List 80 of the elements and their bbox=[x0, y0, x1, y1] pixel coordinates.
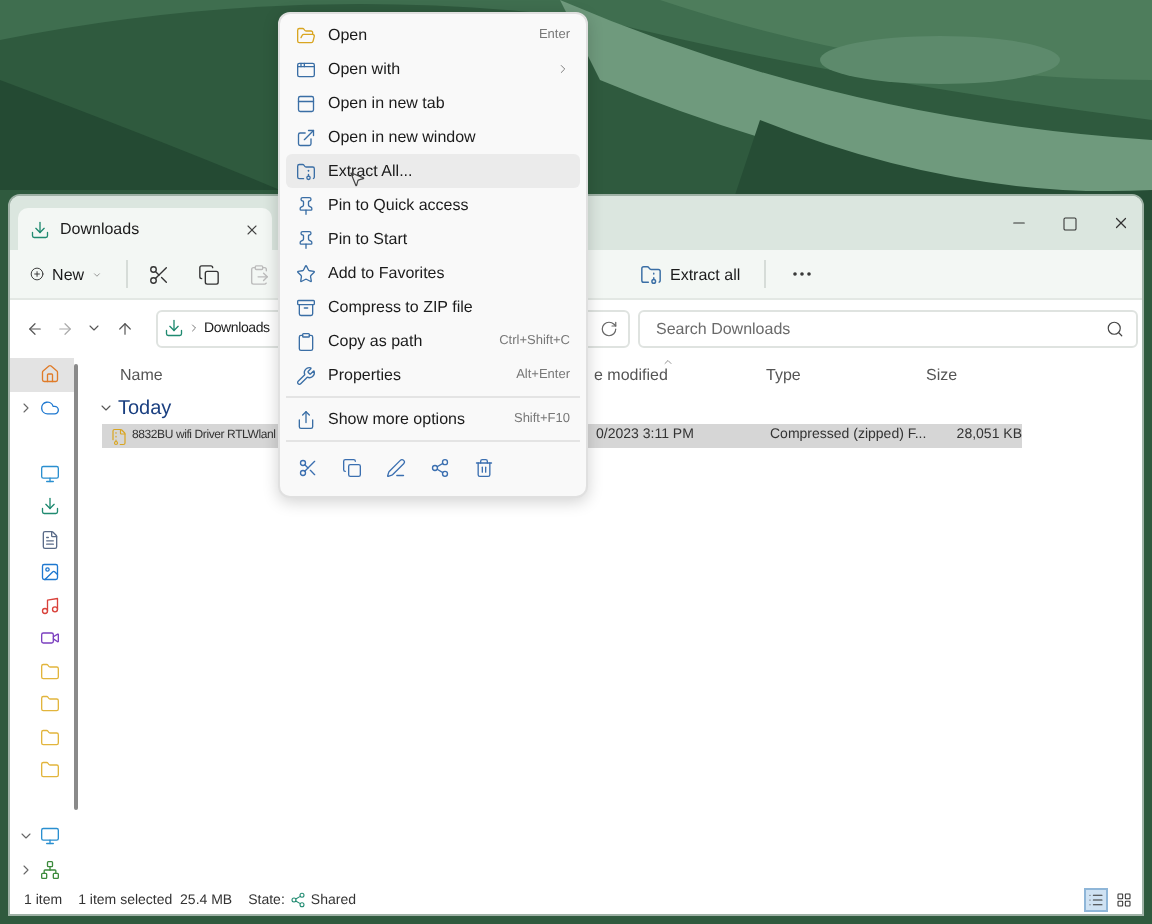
nav-item[interactable] bbox=[10, 358, 74, 391]
rename-button[interactable] bbox=[384, 456, 408, 480]
pen-icon bbox=[386, 458, 406, 478]
share-icon bbox=[430, 458, 450, 478]
menu-item[interactable]: Compress to ZIP file bbox=[286, 290, 580, 324]
plus-icon bbox=[30, 264, 45, 284]
folder-icon bbox=[40, 760, 60, 781]
extract-all-button[interactable]: Extract all bbox=[632, 257, 749, 291]
download-icon bbox=[40, 496, 60, 517]
menu-item[interactable]: Pin to Quick access bbox=[286, 188, 580, 222]
cloud-icon bbox=[40, 397, 60, 418]
external-window-icon bbox=[296, 127, 316, 147]
close-icon[interactable] bbox=[1112, 214, 1130, 232]
menu-item[interactable]: Open in new tab bbox=[286, 86, 580, 120]
star-icon bbox=[296, 263, 316, 283]
wrench-icon bbox=[296, 365, 316, 385]
window-tab[interactable]: Downloads bbox=[18, 208, 272, 250]
archive-folder-icon bbox=[296, 161, 316, 181]
menu-item[interactable]: Add to Favorites bbox=[286, 256, 580, 290]
arrow-right-icon bbox=[55, 319, 73, 337]
details-view-button[interactable] bbox=[1084, 888, 1108, 912]
folder-icon bbox=[40, 727, 60, 748]
tiles-view-button[interactable] bbox=[1112, 888, 1136, 912]
column-header[interactable]: Type bbox=[766, 356, 926, 388]
chevron-right-icon bbox=[188, 322, 200, 334]
group-header[interactable]: Today bbox=[82, 392, 172, 424]
pin-icon bbox=[296, 195, 316, 215]
copy-icon bbox=[342, 458, 362, 478]
arrow-left-icon bbox=[25, 319, 43, 337]
refresh-icon bbox=[599, 319, 617, 337]
delete-button[interactable] bbox=[472, 456, 496, 480]
cut-icon bbox=[298, 458, 318, 478]
network-icon bbox=[40, 859, 60, 880]
zip-file-icon bbox=[110, 427, 128, 445]
folder-icon bbox=[296, 25, 316, 45]
archive-folder-icon bbox=[640, 263, 662, 285]
maximize-icon[interactable] bbox=[1062, 215, 1078, 231]
grid-icon bbox=[1116, 892, 1132, 908]
column-header[interactable]: e modified bbox=[594, 356, 766, 388]
tab-icon bbox=[296, 93, 316, 113]
search-icon bbox=[1106, 319, 1124, 337]
chevron-down-icon bbox=[92, 267, 102, 281]
trash-icon bbox=[474, 458, 494, 478]
music-icon bbox=[40, 595, 60, 616]
menu-item[interactable]: Open with bbox=[286, 52, 580, 86]
download-icon bbox=[164, 318, 184, 338]
download-icon bbox=[30, 219, 50, 239]
home-icon bbox=[40, 364, 60, 385]
expand-icon bbox=[296, 409, 316, 429]
share-button[interactable] bbox=[428, 456, 452, 480]
paste-icon bbox=[247, 263, 269, 285]
arrow-up-icon bbox=[115, 319, 133, 337]
menu-item[interactable]: Open in new window bbox=[286, 120, 580, 154]
search-field[interactable]: Search Downloads bbox=[652, 317, 1106, 339]
menu-item[interactable]: Pin to Start bbox=[286, 222, 580, 256]
menu-item[interactable]: Extract All... bbox=[286, 154, 580, 188]
video-icon bbox=[40, 628, 60, 649]
computer-icon bbox=[40, 826, 60, 847]
share-icon bbox=[290, 892, 307, 908]
folder-icon bbox=[40, 661, 60, 682]
document-icon bbox=[40, 529, 60, 550]
desktop-icon bbox=[40, 463, 60, 484]
scroll-bar[interactable] bbox=[74, 364, 78, 810]
sort-caret-icon bbox=[662, 356, 674, 368]
new-button[interactable]: New bbox=[22, 258, 110, 290]
chevron-down-icon bbox=[86, 320, 102, 336]
copy-icon bbox=[197, 263, 219, 285]
image-icon bbox=[40, 562, 60, 583]
cut-button[interactable] bbox=[296, 456, 320, 480]
copy-button[interactable] bbox=[340, 456, 364, 480]
window-icon bbox=[296, 59, 316, 79]
pin-icon bbox=[296, 229, 316, 249]
close-icon bbox=[244, 221, 260, 237]
list-icon bbox=[1088, 892, 1104, 908]
search-box[interactable]: Search Downloads bbox=[638, 309, 1138, 347]
cut-icon bbox=[147, 263, 169, 285]
column-header[interactable]: Size bbox=[926, 356, 1026, 388]
archive-icon bbox=[296, 297, 316, 317]
clipboard-icon bbox=[296, 331, 316, 351]
folder-icon bbox=[40, 694, 60, 715]
